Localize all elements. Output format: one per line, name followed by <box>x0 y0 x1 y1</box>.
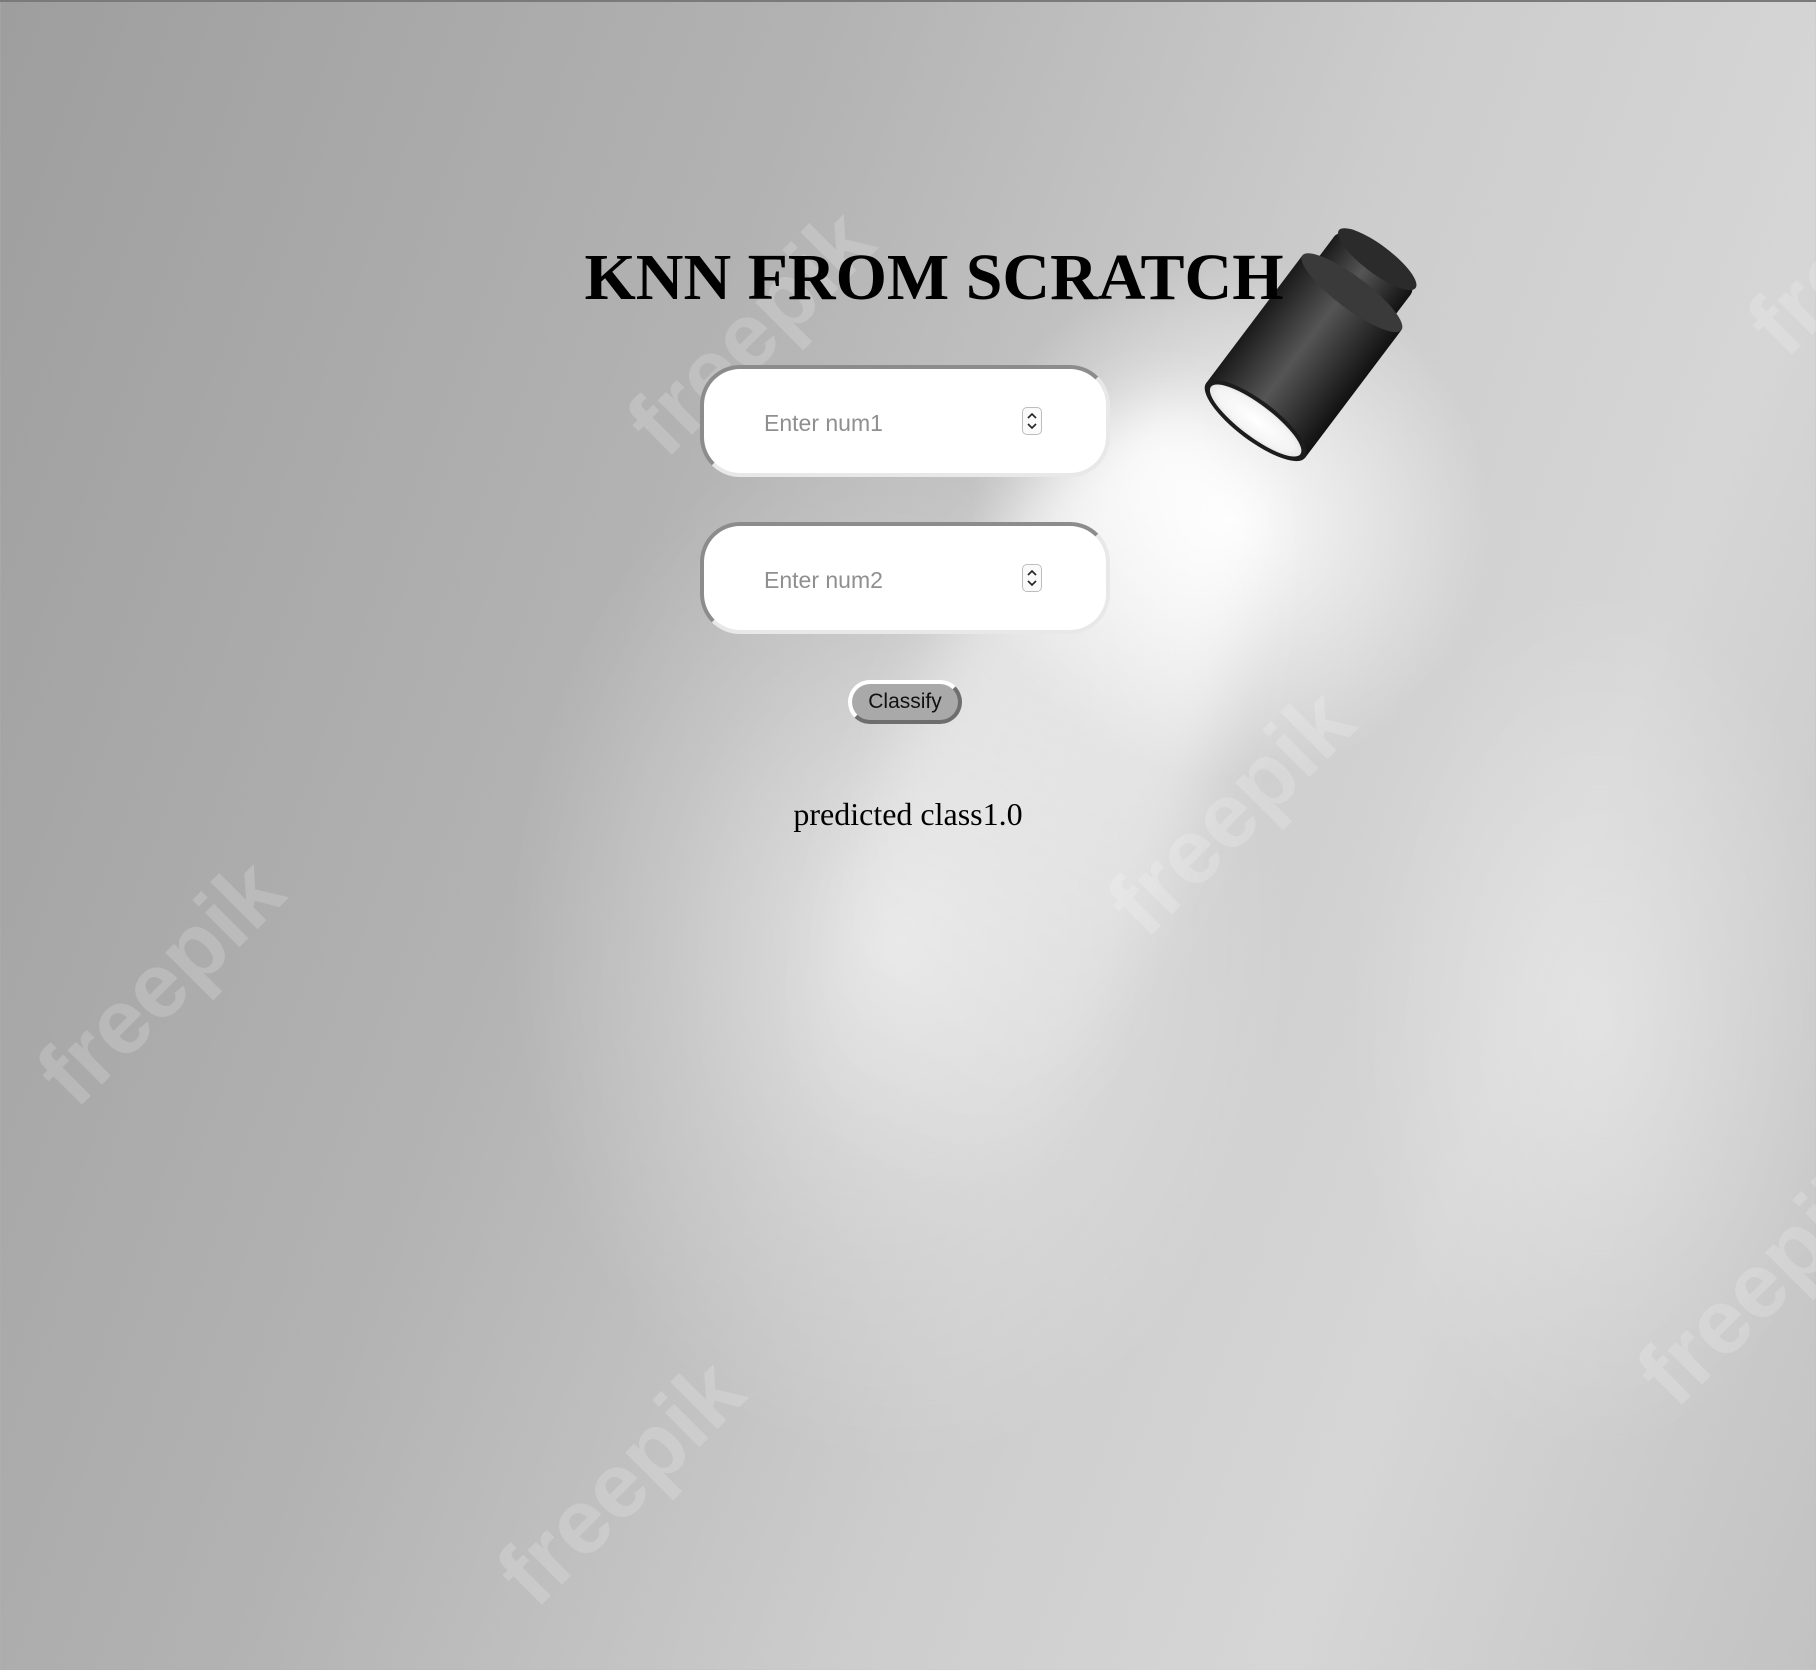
background-watermark: freepik <box>1617 1139 1816 1425</box>
num2-input[interactable] <box>762 556 1016 604</box>
background-watermark: freepik <box>477 1339 764 1625</box>
page-title-text: KNN FROM SCRATCH <box>584 241 1284 314</box>
prediction-result: predicted class1.0 <box>793 796 1023 832</box>
background-watermark: freepik <box>1727 89 1816 375</box>
window-top-edge <box>0 0 1816 2</box>
spinner-arrows-icon <box>1027 412 1037 430</box>
page-title: KNN FROM SCRATCH <box>0 238 1816 318</box>
num1-input[interactable] <box>762 399 1016 447</box>
num2-spinner[interactable] <box>1022 564 1042 592</box>
background-watermark: freepik <box>17 839 304 1125</box>
num1-spinner[interactable] <box>1022 407 1042 435</box>
classify-button[interactable]: Classify <box>848 680 962 724</box>
num1-field[interactable] <box>700 365 1110 477</box>
num2-field[interactable] <box>700 522 1110 634</box>
spinner-arrows-icon <box>1027 569 1037 587</box>
